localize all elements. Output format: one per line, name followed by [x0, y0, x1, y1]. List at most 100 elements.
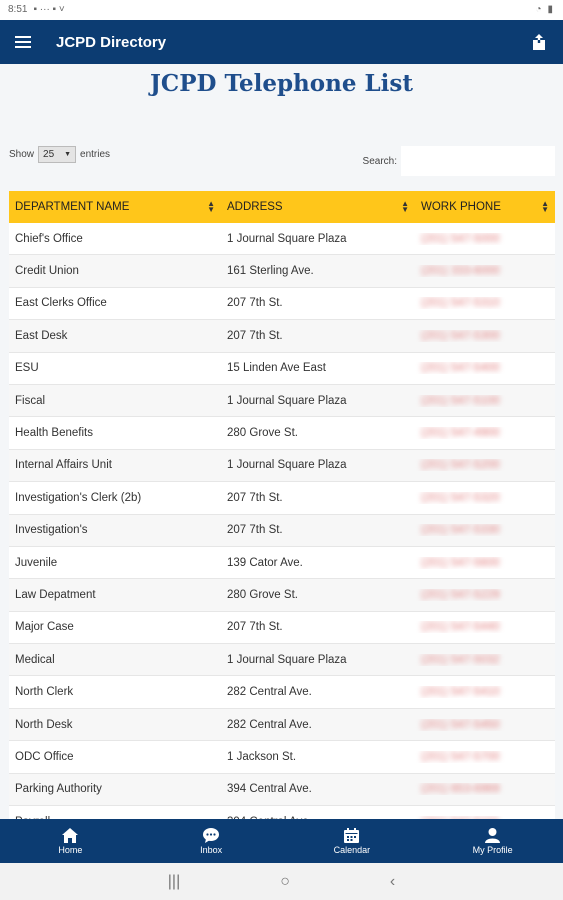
phone-number[interactable]: (201) 547-5000: [421, 233, 500, 245]
search-input[interactable]: [401, 146, 555, 176]
sort-icon: ▲ ▼: [401, 199, 409, 214]
table-row[interactable]: North Clerk 282 Central Ave. (201) 547-541…: [9, 676, 555, 709]
table-row[interactable]: North Desk 282 Central Ave. (201) 547-5450: [9, 708, 555, 742]
nav-calendar[interactable]: Calendar: [282, 819, 423, 863]
phone-number[interactable]: (201) 547-5400: [421, 362, 500, 374]
work-phone-cell[interactable]: (201) 547-5229: [415, 589, 555, 601]
phone-number[interactable]: (201) 333-6000: [421, 265, 500, 277]
phone-number[interactable]: (201) 547-5229: [421, 589, 500, 601]
table-row[interactable]: ODC Office 1 Jackson St. (201) 547-5700: [9, 741, 555, 774]
table-row[interactable]: Payroll394 Central Ave.(201) 547-5101: [9, 806, 555, 819]
work-phone-cell[interactable]: (201) 547-5200: [415, 459, 555, 471]
header-address[interactable]: ADDRESS ▲ ▼: [221, 191, 415, 223]
nav-inbox[interactable]: Inbox: [141, 819, 282, 863]
phone-number[interactable]: (201) 547-5700: [421, 751, 500, 763]
table-row[interactable]: Law Depatment 280 Grove St. (201) 547-5229: [9, 579, 555, 612]
department-name-cell: Health Benefits: [15, 427, 93, 440]
bottom-nav: Home Inbox Calendar My Profile: [0, 819, 563, 863]
phone-number[interactable]: (201) 547-5200: [421, 459, 500, 471]
phone-number[interactable]: (201) 547-5600: [421, 557, 500, 569]
header-work-phone[interactable]: WORK PHONE ▲ ▼: [415, 191, 555, 223]
header-label: DEPARTMENT NAME: [15, 201, 130, 213]
work-phone-cell[interactable]: (201) 547-5700: [415, 751, 555, 763]
table-row[interactable]: Major Case 207 7th St. (201) 547-5440: [9, 611, 555, 645]
phone-number[interactable]: (201) 547-5440: [421, 621, 500, 633]
entries-select[interactable]: 25 ▼: [38, 146, 77, 163]
entries-control: Show 25 ▼ entries: [9, 146, 110, 163]
page-title: JCPD Telephone List: [150, 70, 413, 97]
work-phone-cell[interactable]: (201) 653-6969: [415, 783, 555, 795]
work-phone-cell[interactable]: (201) 547-5600: [415, 557, 555, 569]
work-phone-cell[interactable]: (201) 547-4900: [415, 427, 555, 439]
search-label: Search:: [362, 155, 397, 167]
address-cell: 282 Central Ave.: [227, 718, 312, 731]
nav-home[interactable]: Home: [0, 819, 141, 863]
share-button[interactable]: [527, 30, 551, 54]
department-name-cell: North Desk: [15, 718, 73, 731]
table-row[interactable]: Parking Authority 394 Central Ave. (201) 6…: [9, 773, 555, 807]
phone-number[interactable]: (201) 547-5450: [421, 719, 500, 731]
work-phone-cell[interactable]: (201) 547-5100: [415, 395, 555, 407]
department-name-cell: ODC Office: [15, 750, 74, 763]
phone-number[interactable]: (201) 547-5310: [421, 297, 500, 309]
table-row[interactable]: Credit Union 161 Sterling Ave. (201) 333-6…: [9, 255, 555, 288]
table-row[interactable]: Fiscal 1 Journal Square Plaza (201) 547-51…: [9, 384, 555, 418]
phone-number[interactable]: (201) 547-5320: [421, 492, 500, 504]
work-phone-cell[interactable]: (201) 547-5032: [415, 654, 555, 666]
header-department-name[interactable]: DEPARTMENT NAME ▲ ▼: [9, 191, 221, 223]
person-icon: [485, 827, 501, 843]
phone-number[interactable]: (201) 547-5300: [421, 330, 500, 342]
address-cell: 207 7th St.: [227, 329, 283, 342]
work-phone-cell[interactable]: (201) 547-5440: [415, 621, 555, 633]
department-name-cell: Medical: [15, 653, 55, 666]
address-cell: 207 7th St.: [227, 491, 283, 504]
department-name-cell: Investigation's: [15, 524, 88, 537]
phone-number[interactable]: (201) 547-5032: [421, 654, 500, 666]
table-row[interactable]: Health Benefits 280 Grove St. (201) 547-49…: [9, 417, 555, 450]
table-row[interactable]: Internal Affairs Unit 1 Journal Square Pl…: [9, 449, 555, 483]
work-phone-cell[interactable]: (201) 547-5450: [415, 719, 555, 731]
recent-apps-icon[interactable]: |||: [168, 873, 180, 891]
address-cell: 1 Journal Square Plaza: [227, 394, 347, 407]
table-row[interactable]: Investigation's Clerk (2b) 207 7th St. (20…: [9, 482, 555, 515]
entries-label: entries: [80, 149, 111, 160]
table-row[interactable]: ESU 15 Linden Ave East (201) 547-5400: [9, 352, 555, 385]
work-phone-cell[interactable]: (201) 547-5310: [415, 297, 555, 309]
phone-number[interactable]: (201) 547-5330: [421, 524, 500, 536]
address-cell: 282 Central Ave.: [227, 686, 312, 699]
work-phone-cell[interactable]: (201) 547-5410: [415, 686, 555, 698]
header-label: WORK PHONE: [421, 201, 501, 213]
address-cell: 1 Journal Square Plaza: [227, 232, 347, 245]
table-row[interactable]: Juvenile 139 Cator Ave. (201) 547-5600: [9, 546, 555, 580]
address-cell: 394 Central Ave.: [227, 783, 312, 796]
table-row[interactable]: Investigation's 207 7th St. (201) 547-5330: [9, 514, 555, 547]
department-name-cell: North Clerk: [15, 686, 74, 699]
menu-button[interactable]: [0, 20, 46, 64]
table-row[interactable]: Medical 1 Journal Square Plaza (201) 547-5…: [9, 644, 555, 677]
nav-my-profile[interactable]: My Profile: [422, 819, 563, 863]
phone-number[interactable]: (201) 547-5410: [421, 686, 500, 698]
work-phone-cell[interactable]: (201) 547-5400: [415, 362, 555, 374]
table-row[interactable]: East Clerks Office 207 7th St. (201) 547-5…: [9, 287, 555, 321]
address-cell: 1 Journal Square Plaza: [227, 653, 347, 666]
work-phone-cell[interactable]: (201) 547-5300: [415, 330, 555, 342]
phone-number[interactable]: (201) 653-6969: [421, 783, 500, 795]
work-phone-cell[interactable]: (201) 547-5330: [415, 524, 555, 536]
home-circle-icon[interactable]: ○: [280, 873, 290, 891]
address-cell: 280 Grove St.: [227, 427, 298, 440]
table-row[interactable]: East Desk 207 7th St. (201) 547-5300: [9, 320, 555, 353]
address-cell: 161 Sterling Ave.: [227, 265, 314, 278]
work-phone-cell[interactable]: (201) 333-6000: [415, 265, 555, 277]
work-phone-cell[interactable]: (201) 547-5320: [415, 492, 555, 504]
phone-number[interactable]: (201) 547-5100: [421, 395, 500, 407]
work-phone-cell[interactable]: (201) 547-5000: [415, 233, 555, 245]
department-name-cell: Juvenile: [15, 556, 58, 569]
entries-value: 25: [43, 149, 55, 160]
battery-icon: ▮: [547, 4, 553, 15]
telephone-table: DEPARTMENT NAME ▲ ▼ ADDRESS ▲ ▼ WORK PHONE…: [9, 191, 555, 819]
header-label: ADDRESS: [227, 201, 283, 213]
table-row[interactable]: Chief's Office 1 Journal Square Plaza (201…: [9, 223, 555, 256]
department-name-cell: Internal Affairs Unit: [15, 459, 112, 472]
phone-number[interactable]: (201) 547-4900: [421, 427, 500, 439]
back-icon[interactable]: ‹: [390, 873, 395, 891]
